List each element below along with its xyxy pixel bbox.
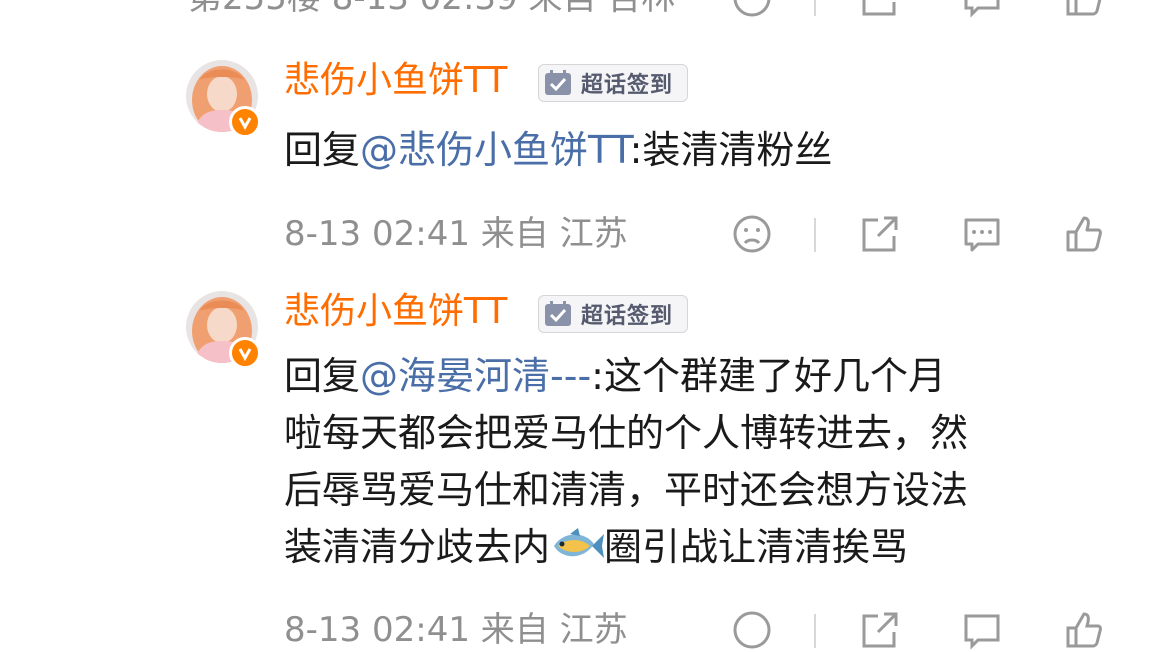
divider: [814, 614, 816, 648]
like-thumb-icon[interactable]: [1062, 214, 1106, 254]
reply-text: :这个群建了好几个月: [591, 354, 946, 398]
comment-meta-row: 8-13 02:41 来自 江苏: [284, 608, 1114, 652]
username[interactable]: 悲伤小鱼饼TT: [284, 290, 507, 334]
dislike-face-icon[interactable]: [730, 0, 774, 18]
comment-icon[interactable]: [960, 0, 1004, 18]
share-icon[interactable]: [858, 214, 902, 254]
comment-text: 回复@悲伤小鱼饼TT:装清清粉丝: [284, 122, 1114, 179]
share-icon[interactable]: [858, 610, 902, 650]
super-topic-checkin-tag[interactable]: 超话签到: [538, 64, 688, 102]
reply-text: :装清清粉丝: [629, 128, 833, 172]
dislike-face-icon[interactable]: [730, 610, 774, 650]
comment-icon[interactable]: [960, 214, 1004, 254]
comment-meta-row: 8-13 02:41 来自 江苏: [284, 212, 1114, 256]
like-thumb-icon[interactable]: [1062, 0, 1106, 18]
verified-v-icon: [229, 106, 261, 138]
tag-label: 超话签到: [581, 304, 674, 329]
timestamp-location: 8-13 02:41 来自 江苏: [284, 214, 628, 254]
share-icon[interactable]: [858, 0, 902, 18]
top-meta-text: 第255楼 8-13 02:39 来自 吉林: [188, 0, 675, 20]
tag-label: 超话签到: [581, 73, 674, 98]
text-span: 装清清分歧去内: [284, 525, 551, 569]
divider: [814, 0, 816, 16]
comment-text: 回复@海晏河清---:这个群建了好几个月 啦每天都会把爱马仕的个人博转进去，然 …: [284, 348, 1114, 576]
timestamp-location: 8-13 02:41 来自 江苏: [284, 610, 628, 650]
comment-icon[interactable]: [960, 610, 1004, 650]
divider: [814, 218, 816, 252]
dislike-face-icon[interactable]: [730, 214, 774, 254]
reply-prefix: 回复: [284, 354, 361, 398]
fish-emoji: [554, 528, 605, 558]
text-span: 圈引战让清清挨骂: [604, 525, 909, 569]
super-topic-checkin-tag[interactable]: 超话签到: [538, 295, 688, 333]
calendar-check-icon: [545, 301, 571, 326]
reply-prefix: 回复: [284, 128, 361, 172]
top-meta-row: 第255楼 8-13 02:39 来自 吉林: [188, 0, 1114, 20]
mention-link[interactable]: @悲伤小鱼饼TT: [360, 128, 630, 172]
text-line: 回复@海晏河清---:这个群建了好几个月: [284, 348, 1114, 405]
text-line: 啦每天都会把爱马仕的个人博转进去，然: [284, 411, 969, 455]
text-line: 后辱骂爱马仕和清清，平时还会想方设法: [284, 468, 969, 512]
mention-link[interactable]: @海晏河清---: [360, 354, 591, 398]
calendar-check-icon: [545, 70, 571, 95]
text-line: 装清清分歧去内 圈引战让清清挨骂: [284, 519, 1114, 576]
like-thumb-icon[interactable]: [1062, 610, 1106, 650]
verified-v-icon: [229, 337, 261, 369]
username[interactable]: 悲伤小鱼饼TT: [284, 59, 507, 103]
